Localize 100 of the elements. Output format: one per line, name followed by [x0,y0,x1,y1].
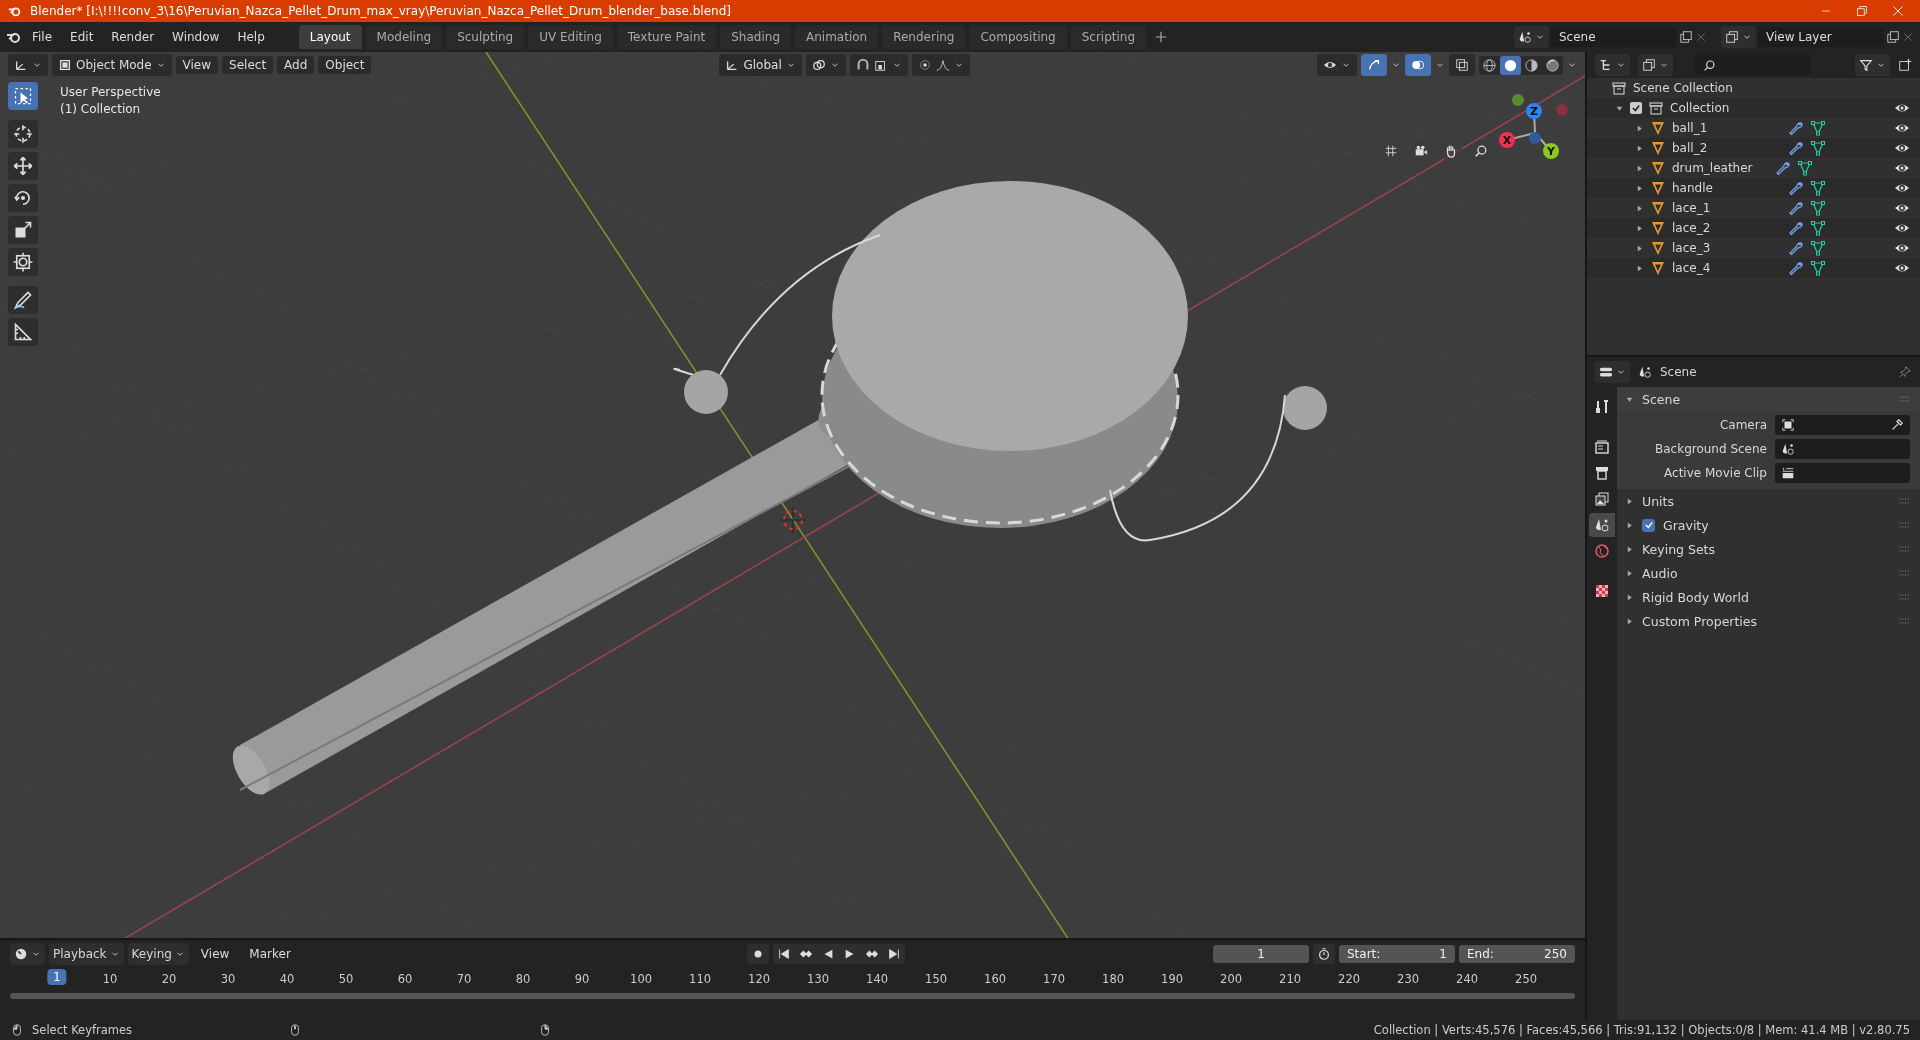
viewport-menu-item[interactable]: Object [318,56,372,74]
proportional-edit-button[interactable] [911,54,970,76]
stopwatch-button[interactable] [1313,944,1335,965]
panel-header[interactable]: Keying Sets [1642,541,1715,557]
menu-item[interactable]: Help [229,26,273,48]
visibility-dropdown[interactable] [1317,54,1357,76]
workspace-tab[interactable]: Layout [298,25,362,49]
outliner-item[interactable]: lace_3 [1672,241,1782,255]
workspace-tab[interactable]: Modeling [365,25,443,49]
workspace-tab[interactable]: Compositing [969,25,1067,49]
annotate-tool-button[interactable] [8,286,38,314]
menu-item[interactable]: Window [164,26,228,48]
outliner-item[interactable]: drum_leather [1672,161,1753,175]
pin-icon[interactable] [1898,365,1912,379]
scene-properties-tab[interactable] [1589,513,1615,537]
panel-header[interactable]: Scene [1642,391,1681,407]
outliner-item[interactable]: Scene Collection [1633,81,1733,95]
copy-icon[interactable] [1679,30,1693,44]
expand-arrow-icon[interactable] [1625,520,1634,530]
clip-field[interactable] [1775,463,1910,483]
filter-dropdown[interactable] [1855,54,1890,76]
panel-header[interactable]: Custom Properties [1642,613,1758,629]
menu-item[interactable]: File [24,26,61,48]
orientation-dropdown[interactable]: Global [719,54,802,76]
menu-item[interactable]: Edit [62,26,102,48]
panel-header[interactable]: Rigid Body World [1642,589,1749,605]
cursor-tool-button[interactable] [8,120,38,148]
workspace-tab[interactable]: Animation [795,25,879,49]
current-frame-marker[interactable]: 1 [47,969,67,986]
pivot-dropdown[interactable] [805,54,846,76]
camera-icon [1414,144,1428,158]
rotate-tool-button[interactable] [8,184,38,212]
outliner-item[interactable]: ball_1 [1672,121,1782,135]
frame-number: 190 [1161,972,1184,987]
scale-tool-button[interactable] [8,216,38,244]
timeline-menu-item[interactable]: Marker [241,943,299,966]
viewport-menu-item[interactable]: Add [277,56,315,74]
wrench-icon [1788,240,1804,256]
camera-field[interactable] [1775,415,1910,435]
display-mode-dropdown[interactable] [1595,54,1630,76]
scene-field[interactable] [1775,439,1910,459]
viewport-menu-item[interactable]: View [175,56,219,74]
solid-shading-button[interactable] [1500,55,1521,75]
workspace-tab[interactable]: Shading [720,25,791,49]
outliner-item[interactable]: lace_1 [1672,201,1782,215]
panel-header[interactable]: Units [1642,493,1674,509]
search-field[interactable] [1695,55,1811,75]
view-layer-field[interactable]: View Layer [1758,27,1884,47]
expand-arrow-icon[interactable] [1625,496,1634,506]
checkbox[interactable] [1642,518,1655,532]
new-collection-icon[interactable] [1898,58,1912,72]
eyedropper-icon[interactable] [1890,418,1904,432]
overlay-toggle[interactable] [1405,54,1431,76]
transform-tool-button[interactable] [8,248,38,276]
timeline-menu-item[interactable]: View [192,943,238,966]
copy-icon[interactable] [1886,30,1900,44]
axis-gizmo[interactable]: Z X Y [1499,94,1568,159]
record-button[interactable] [746,944,769,965]
menu-item[interactable]: Render [103,26,163,48]
timeline-scrollbar[interactable] [10,993,1575,1000]
panel-header[interactable]: Audio [1642,565,1678,581]
snap-button[interactable] [849,54,908,76]
workspace-tab[interactable]: Rendering [882,25,966,49]
3d-cursor-icon [779,506,807,534]
expand-arrow-icon[interactable] [1625,568,1634,578]
checkbox[interactable] [1630,102,1642,114]
current-frame-field[interactable]: 1 [1213,945,1309,964]
expand-arrow-icon[interactable] [1625,616,1634,626]
workspace-tab[interactable]: UV Editing [528,25,613,49]
workspace-tab[interactable]: Sculpting [446,25,525,49]
move-tool-button[interactable] [8,152,38,180]
start-frame-field[interactable]: Start: 1 [1339,945,1455,964]
timeline-menu-dropdown[interactable]: Keying [127,943,189,966]
mode-dropdown[interactable]: Object Mode [52,54,172,76]
end-frame-field[interactable]: End: 250 [1459,945,1575,964]
timeline-menu-dropdown[interactable]: Playback [49,943,124,966]
xray-toggle[interactable] [1449,54,1475,76]
workspace-tab[interactable]: Texture Paint [616,25,717,49]
jump-start-icon[interactable] [776,947,791,962]
measure-tool-button[interactable] [8,318,38,346]
view-layer-selector[interactable] [1721,26,1756,48]
expand-arrow-icon[interactable] [1625,592,1634,602]
editor-type-button[interactable] [8,54,48,76]
jump-end-icon[interactable] [886,947,901,962]
add-icon[interactable] [1154,30,1169,44]
close-icon[interactable] [1695,31,1707,43]
status-hint: Select Keyframes [32,1023,133,1037]
close-icon[interactable] [1902,31,1914,43]
view-layer-dropdown[interactable] [1638,54,1673,76]
editor-type-button[interactable] [10,943,45,966]
scene-selector[interactable] [1514,26,1549,48]
frame-number: 90 [574,972,590,987]
select-tool-button[interactable] [8,82,38,110]
gizmo-toggle[interactable] [1361,54,1387,76]
expand-arrow-icon[interactable] [1625,544,1634,554]
editor-type-button[interactable] [1595,361,1630,383]
panel-header[interactable]: Gravity [1663,517,1709,533]
scene-name-field[interactable]: Scene [1551,27,1677,47]
workspace-tab[interactable]: Scripting [1070,25,1147,49]
viewport-menu-item[interactable]: Select [222,56,274,74]
